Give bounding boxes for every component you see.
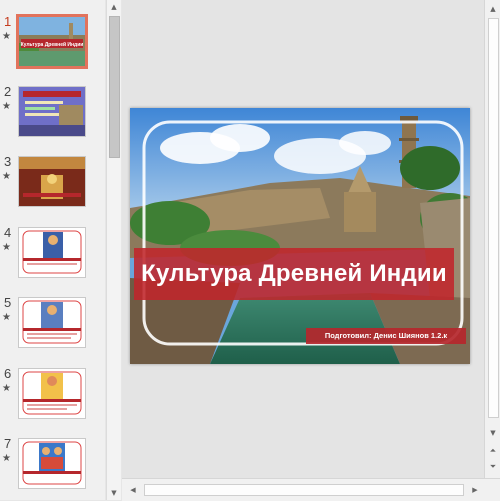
- slide-thumbnail-row[interactable]: 5 ★: [0, 295, 105, 355]
- slide-thumbnail-image: [19, 439, 85, 488]
- star-icon: ★: [2, 31, 11, 42]
- slide-thumbnail-row[interactable]: 7 ★: [0, 436, 105, 496]
- thumbnail-scrollbar[interactable]: ▲ ▼: [106, 0, 121, 500]
- slide-thumbnail-pane: 1 ★ Культура Древней Индии 2 ★ 3 ★ 4 ★ 5…: [0, 0, 105, 500]
- slide-thumbnail-image: [19, 369, 85, 418]
- vertical-scrollbar[interactable]: ▲ ▼ ⏶ ⏷: [484, 0, 500, 478]
- star-icon: ★: [2, 242, 11, 253]
- scrollbar-thumb[interactable]: [144, 484, 464, 496]
- slide-thumbnail[interactable]: [18, 156, 86, 207]
- slide-thumbnail-row[interactable]: 4 ★: [0, 225, 105, 285]
- slide-thumbnail-image: [19, 87, 85, 136]
- slide-thumbnail-image: [19, 298, 85, 347]
- slide-thumbnail[interactable]: [18, 86, 86, 137]
- slide-number: 4: [4, 225, 12, 240]
- slide-thumbnail[interactable]: Культура Древней Индии: [16, 14, 88, 69]
- slide-thumbnail[interactable]: [18, 368, 86, 419]
- slide-thumbnail[interactable]: [18, 227, 86, 278]
- slide-thumbnail-row[interactable]: 3 ★: [0, 154, 105, 214]
- slide-number: 6: [4, 366, 12, 381]
- slide-thumbnail[interactable]: [18, 297, 86, 348]
- scrollbar-thumb[interactable]: [488, 18, 499, 418]
- slide-number: 3: [4, 154, 12, 169]
- slide-background-photo: [130, 108, 470, 364]
- star-icon: ★: [2, 312, 11, 323]
- triangle-down-icon[interactable]: ▼: [107, 486, 121, 500]
- slide-subtitle[interactable]: Подготовил: Денис Шиянов 1.2.к: [306, 328, 466, 344]
- slide-thumbnail-image: Культура Древней Индии: [19, 17, 85, 66]
- slide-number: 2: [4, 84, 12, 99]
- triangle-left-icon[interactable]: ◀: [126, 483, 140, 497]
- double-chevron-down-icon[interactable]: ⏷: [486, 460, 500, 474]
- slide-thumbnail-row[interactable]: 6 ★: [0, 366, 105, 426]
- scrollbar-thumb[interactable]: [109, 16, 120, 158]
- star-icon: ★: [2, 171, 11, 182]
- slide-number: 7: [4, 436, 12, 451]
- slide-canvas[interactable]: Культура Древней Индии Подготовил: Денис…: [130, 108, 470, 364]
- slide-title[interactable]: Культура Древней Индии: [134, 248, 454, 300]
- double-chevron-up-icon[interactable]: ⏶: [486, 444, 500, 458]
- slide-number: 1: [4, 14, 12, 29]
- slide-thumbnail-image: [19, 157, 85, 206]
- slide-thumbnail-row[interactable]: 2 ★: [0, 84, 105, 144]
- triangle-up-icon[interactable]: ▲: [486, 2, 500, 16]
- slide-thumbnail[interactable]: [18, 438, 86, 489]
- slide-editor-area: Культура Древней Индии Подготовил: Денис…: [122, 0, 484, 478]
- slide-number: 5: [4, 295, 12, 310]
- triangle-right-icon[interactable]: ▶: [468, 483, 482, 497]
- star-icon: ★: [2, 383, 11, 394]
- star-icon: ★: [2, 453, 11, 464]
- star-icon: ★: [2, 101, 11, 112]
- thumbnail-caption: Культура Древней Индии: [21, 41, 84, 48]
- horizontal-scrollbar[interactable]: ◀ ▶: [122, 478, 500, 501]
- slide-thumbnail-row[interactable]: 1 ★ Культура Древней Индии: [0, 14, 105, 74]
- triangle-down-icon[interactable]: ▼: [486, 426, 500, 440]
- triangle-up-icon[interactable]: ▲: [107, 0, 121, 14]
- slide-thumbnail-image: [19, 228, 85, 277]
